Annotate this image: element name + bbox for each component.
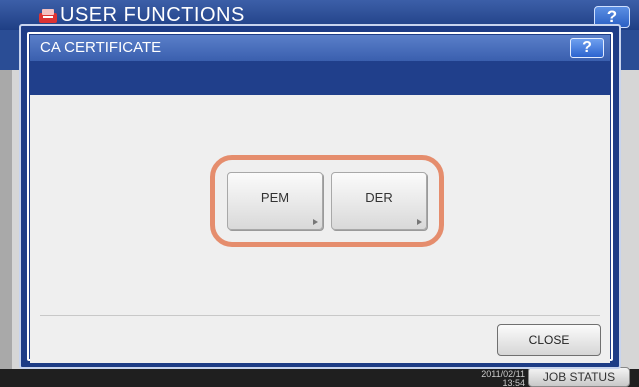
der-button-label: DER <box>365 190 393 205</box>
dialog-title-bar: CA CERTIFICATE ? <box>30 35 610 61</box>
job-status-button[interactable]: JOB STATUS <box>528 367 630 387</box>
close-button[interactable]: CLOSE <box>497 324 601 356</box>
dialog-header-band <box>30 61 610 95</box>
pem-button[interactable]: PEM <box>227 172 323 230</box>
der-button[interactable]: DER <box>331 172 427 230</box>
certificate-format-group: PEM DER <box>210 155 444 247</box>
arrow-right-icon <box>313 219 318 225</box>
arrow-right-icon <box>417 219 422 225</box>
divider <box>40 315 600 316</box>
main-side-strip <box>0 70 12 370</box>
clock-time: 13:54 <box>502 378 525 387</box>
dialog-help-button[interactable]: ? <box>570 38 604 58</box>
clock: 2011/02/11 13:54 <box>475 369 525 387</box>
dialog-title: CA CERTIFICATE <box>40 39 162 56</box>
ca-certificate-dialog: CA CERTIFICATE ? PEM DER CLOSE <box>19 24 621 369</box>
dialog-content: PEM DER CLOSE <box>30 95 610 363</box>
user-functions-logo-icon <box>39 9 57 23</box>
pem-button-label: PEM <box>260 190 290 205</box>
